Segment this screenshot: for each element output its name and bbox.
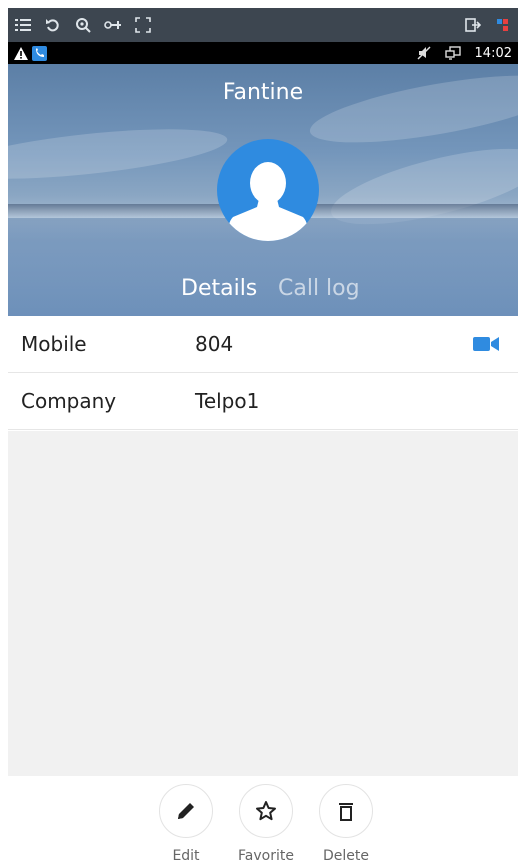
tab-call-log[interactable]: Call log [278, 274, 360, 316]
key-icon[interactable] [104, 16, 122, 34]
undo-icon[interactable] [44, 16, 62, 34]
zoom-icon[interactable] [74, 16, 92, 34]
tab-bar: Details Call log [8, 274, 518, 316]
screen-mirror-icon [444, 46, 461, 60]
tab-details[interactable]: Details [181, 274, 257, 316]
star-icon [256, 801, 276, 821]
detail-value: Telpo1 [195, 389, 260, 413]
status-bar: 14:02 [8, 42, 518, 64]
favorite-button[interactable]: Favorite [234, 784, 298, 864]
detail-value: 804 [195, 332, 234, 356]
detail-row-company: Company Telpo1 [8, 373, 518, 430]
edit-circle[interactable] [159, 784, 213, 838]
detail-row-mobile[interactable]: Mobile 804 [8, 316, 518, 373]
person-icon [227, 162, 309, 241]
sky-cloud [305, 64, 518, 157]
menu-list-icon[interactable] [14, 16, 32, 34]
remote-toolbar [8, 8, 518, 42]
phone-app-icon [32, 45, 47, 61]
fullscreen-icon[interactable] [134, 16, 152, 34]
sky-cloud [8, 119, 230, 189]
delete-circle[interactable] [319, 784, 373, 838]
favorite-circle[interactable] [239, 784, 293, 838]
video-call-icon[interactable] [472, 333, 500, 355]
contact-header: Fantine Details Call log [8, 64, 518, 316]
avatar [217, 139, 319, 241]
detail-label: Mobile [21, 332, 87, 356]
warning-icon [14, 46, 28, 60]
color-squares-icon[interactable] [494, 16, 512, 34]
empty-content-area [8, 431, 518, 776]
favorite-label: Favorite [238, 848, 294, 864]
action-bar: Edit Favorite Delete [8, 776, 518, 865]
delete-button[interactable]: Delete [314, 784, 378, 864]
edit-button[interactable]: Edit [154, 784, 218, 864]
delete-label: Delete [323, 848, 369, 864]
details-list: Mobile 804 Company Telpo1 [8, 316, 518, 430]
exit-icon[interactable] [464, 16, 482, 34]
detail-label: Company [21, 389, 117, 413]
edit-label: Edit [172, 848, 200, 864]
pencil-icon [178, 803, 194, 819]
trash-icon [339, 803, 353, 821]
mute-icon [417, 46, 431, 60]
clock: 14:02 [474, 45, 512, 61]
contact-name: Fantine [222, 80, 304, 105]
